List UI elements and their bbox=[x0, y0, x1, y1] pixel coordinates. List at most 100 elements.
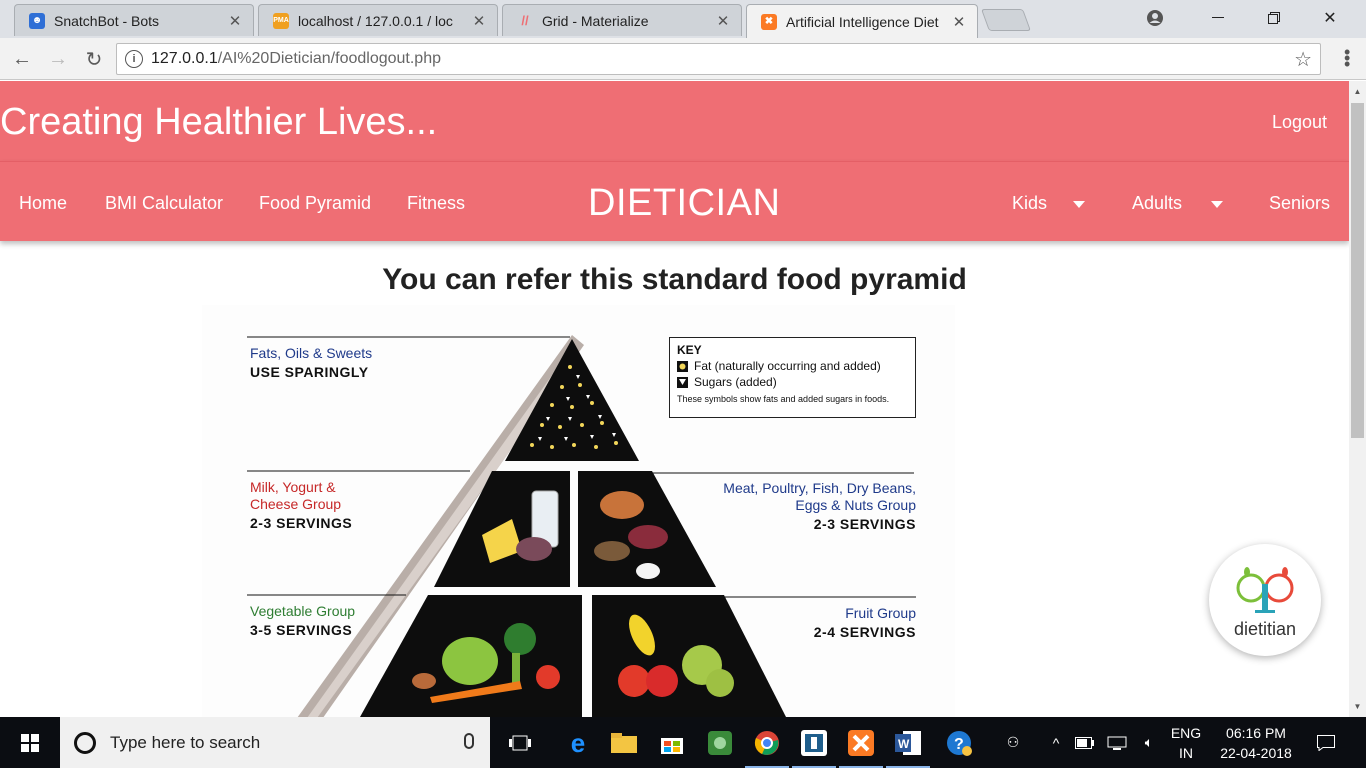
tab-dietician[interactable]: ✖ Artificial Intelligence Diet ✕ bbox=[746, 4, 978, 38]
fats-name: Fats, Oils & Sweets bbox=[250, 345, 373, 361]
language-region: IN bbox=[1179, 744, 1193, 761]
search-placeholder: Type here to search bbox=[110, 732, 261, 752]
page-scrollbar[interactable]: ▲ ▼ bbox=[1349, 81, 1366, 717]
key-fat-row: Fat (naturally occurring and added) bbox=[677, 359, 908, 373]
nav-seniors[interactable]: Seniors bbox=[1269, 193, 1330, 214]
pyramid-label-vegetable: Vegetable Group 3-5 SERVINGS bbox=[250, 603, 355, 639]
windows-taskbar: Type here to search e W ? ⚇ ^ 🔈︎ ENG IN … bbox=[0, 717, 1366, 768]
windows-start-icon[interactable] bbox=[0, 717, 60, 768]
close-icon[interactable]: ✕ bbox=[471, 12, 487, 30]
site-logo[interactable]: DIETICIAN bbox=[588, 182, 780, 225]
volume-icon[interactable]: 🔈︎ bbox=[1134, 717, 1164, 768]
tab-materialize[interactable]: // Grid - Materialize ✕ bbox=[502, 4, 742, 36]
bookmark-star-icon[interactable]: ☆ bbox=[1294, 47, 1312, 72]
new-tab-button[interactable] bbox=[980, 9, 1032, 31]
profile-icon[interactable] bbox=[1132, 0, 1178, 36]
store-icon[interactable] bbox=[654, 725, 690, 761]
key-title: KEY bbox=[677, 343, 702, 357]
task-view-icon[interactable] bbox=[502, 725, 538, 761]
xampp-icon: ✖ bbox=[761, 13, 777, 30]
page-viewport: Creating Healthier Lives... Logout Home … bbox=[0, 81, 1349, 717]
milk-name-line2: Cheese Group bbox=[250, 496, 342, 512]
edge-icon[interactable]: e bbox=[560, 725, 596, 761]
show-hidden-icons-chevron-up-icon[interactable]: ^ bbox=[1044, 717, 1068, 768]
vegetable-servings: 3-5 SERVINGS bbox=[250, 622, 353, 638]
sugar-triangle-icon bbox=[677, 376, 688, 388]
back-arrow-icon[interactable]: ← bbox=[10, 47, 34, 71]
evernote-icon[interactable] bbox=[702, 725, 738, 761]
nav-fitness[interactable]: Fitness bbox=[407, 193, 465, 214]
scroll-up-icon[interactable]: ▲ bbox=[1349, 83, 1366, 100]
battery-icon[interactable] bbox=[1072, 717, 1098, 768]
nav-home[interactable]: Home bbox=[19, 193, 67, 214]
meat-servings: 2-3 SERVINGS bbox=[813, 516, 916, 532]
milk-servings: 2-3 SERVINGS bbox=[250, 515, 353, 531]
tab-title: Grid - Materialize bbox=[542, 12, 649, 29]
fruit-servings: 2-4 SERVINGS bbox=[813, 624, 916, 640]
pyramid-label-fruit: Fruit Group 2-4 SERVINGS bbox=[762, 605, 916, 641]
restore-button[interactable] bbox=[1251, 0, 1297, 36]
tab-title: SnatchBot - Bots bbox=[54, 12, 160, 29]
scrollbar-thumb[interactable] bbox=[1351, 103, 1364, 438]
main-navbar: Home BMI Calculator Food Pyramid Fitness… bbox=[0, 161, 1349, 241]
help-icon[interactable]: ? bbox=[941, 725, 977, 761]
nav-food-pyramid[interactable]: Food Pyramid bbox=[259, 193, 371, 214]
minimize-button[interactable] bbox=[1195, 0, 1241, 36]
snatchbot-icon: ☻ bbox=[29, 12, 45, 29]
cortana-icon[interactable] bbox=[74, 732, 96, 754]
fat-dot-icon bbox=[677, 360, 688, 372]
close-icon[interactable]: ✕ bbox=[951, 13, 967, 31]
browser-tab-strip: ☻ SnatchBot - Bots ✕ PMA localhost / 127… bbox=[0, 0, 1366, 38]
tab-title: Artificial Intelligence Diet bbox=[786, 13, 939, 30]
page-heading: You can refer this standard food pyramid bbox=[382, 263, 967, 296]
action-center-icon[interactable] bbox=[1308, 717, 1344, 768]
pyramid-label-meat: Meat, Poultry, Fish, Dry Beans, Eggs & N… bbox=[702, 480, 916, 533]
close-window-button[interactable]: ✕ bbox=[1307, 0, 1353, 36]
chevron-down-icon[interactable] bbox=[1073, 201, 1085, 208]
network-icon[interactable] bbox=[1102, 717, 1132, 768]
language-indicator[interactable]: ENG IN bbox=[1166, 717, 1206, 768]
meat-name-line2: Eggs & Nuts Group bbox=[795, 497, 916, 513]
key-note: These symbols show fats and added sugars… bbox=[677, 394, 890, 404]
microphone-icon[interactable] bbox=[464, 733, 474, 749]
brand-title[interactable]: Creating Healthier Lives... bbox=[0, 101, 437, 144]
browser-toolbar: ← → ↻ i 127.0.0.1/AI%20Dietician/foodlog… bbox=[0, 38, 1366, 80]
chrome-icon[interactable] bbox=[745, 725, 789, 768]
clock-time: 06:16 PM bbox=[1226, 724, 1286, 741]
forward-arrow-icon[interactable]: → bbox=[46, 47, 70, 71]
pyramid-key: KEY Fat (naturally occurring and added) … bbox=[669, 337, 916, 418]
reload-icon[interactable]: ↻ bbox=[82, 47, 106, 71]
food-pyramid-image: Fats, Oils & Sweets USE SPARINGLY Milk, … bbox=[202, 305, 955, 717]
url-host: 127.0.0.1 bbox=[151, 50, 218, 67]
chatbot-label: dietitian bbox=[1233, 619, 1297, 639]
close-icon[interactable]: ✕ bbox=[715, 12, 731, 30]
clock[interactable]: 06:16 PM 22-04-2018 bbox=[1208, 717, 1304, 768]
nav-adults[interactable]: Adults bbox=[1132, 193, 1182, 214]
close-icon[interactable]: ✕ bbox=[227, 12, 243, 30]
fats-servings: USE SPARINGLY bbox=[250, 364, 369, 380]
nav-bmi-calculator[interactable]: BMI Calculator bbox=[105, 193, 223, 214]
language-code: ENG bbox=[1170, 724, 1202, 741]
word-icon[interactable]: W bbox=[886, 725, 930, 768]
browser-menu-icon[interactable]: • • • bbox=[1344, 43, 1350, 73]
file-explorer-icon[interactable] bbox=[606, 725, 642, 761]
pidgin-icon[interactable] bbox=[792, 725, 836, 768]
svg-text:W: W bbox=[898, 737, 910, 751]
people-icon[interactable]: ⚇ bbox=[996, 717, 1030, 768]
clock-date: 22-04-2018 bbox=[1220, 744, 1292, 761]
tab-phpmyadmin[interactable]: PMA localhost / 127.0.0.1 / loc ✕ bbox=[258, 4, 498, 36]
tab-title: localhost / 127.0.0.1 / loc bbox=[298, 12, 453, 29]
key-fat-label: Fat (naturally occurring and added) bbox=[694, 359, 881, 373]
scroll-down-icon[interactable]: ▼ bbox=[1349, 698, 1366, 715]
logout-link[interactable]: Logout bbox=[1272, 112, 1327, 133]
chatbot-launcher-button[interactable]: dietitian bbox=[1209, 544, 1321, 656]
key-sugar-label: Sugars (added) bbox=[694, 375, 777, 389]
xampp-taskbar-icon[interactable] bbox=[839, 725, 883, 768]
chevron-down-icon[interactable] bbox=[1211, 201, 1223, 208]
info-icon[interactable]: i bbox=[125, 50, 143, 68]
tab-snatchbot[interactable]: ☻ SnatchBot - Bots ✕ bbox=[14, 4, 254, 36]
nav-kids[interactable]: Kids bbox=[1012, 193, 1047, 214]
key-sugar-row: Sugars (added) bbox=[677, 375, 908, 389]
address-bar[interactable]: i 127.0.0.1/AI%20Dietician/foodlogout.ph… bbox=[116, 43, 1321, 75]
taskbar-search-box[interactable]: Type here to search bbox=[60, 717, 490, 768]
